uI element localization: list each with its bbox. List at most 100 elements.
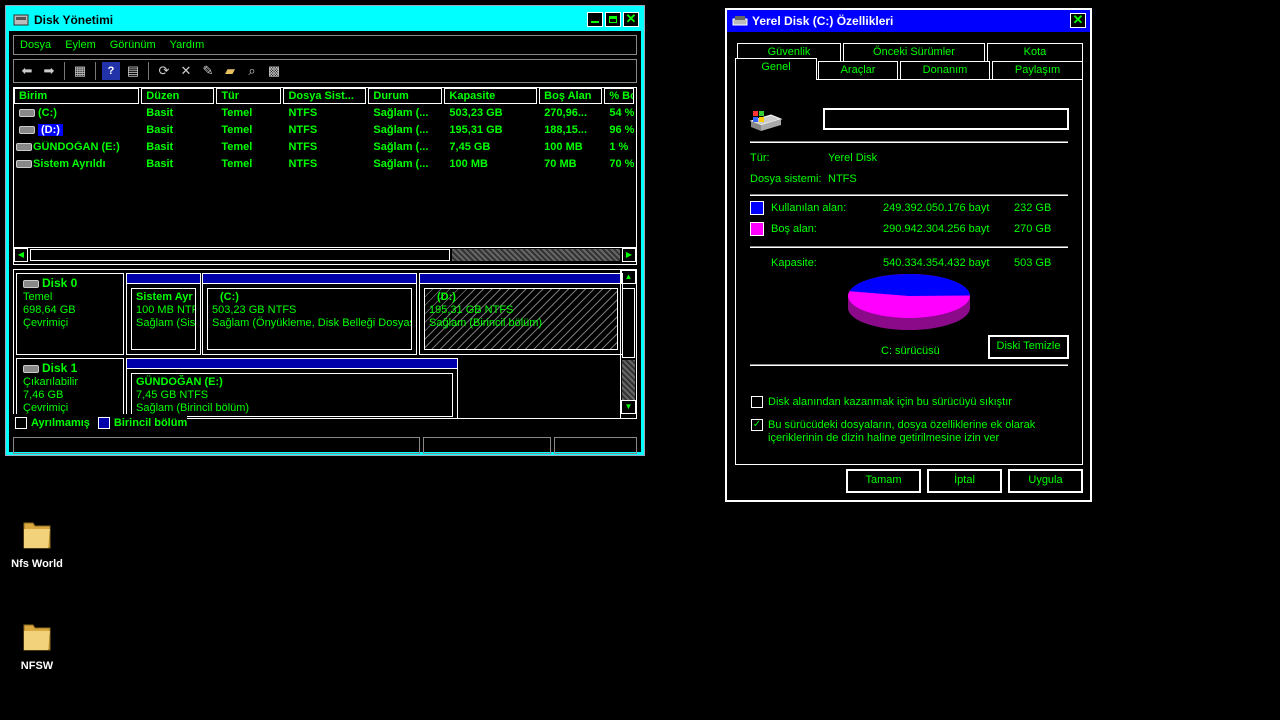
refresh-icon[interactable]: ⟳ [155, 62, 173, 80]
toolbar-separator [148, 62, 149, 80]
used-space-label: Kullanılan alan: [771, 202, 847, 214]
scroll-left-icon[interactable]: ◀ [14, 248, 28, 262]
disk-0-state: Çevrimiçi [23, 317, 69, 329]
free-space-label: Boş alan: [771, 223, 817, 235]
volume-name: (D:) [38, 123, 63, 136]
delete-icon[interactable]: ✕ [177, 62, 195, 80]
ok-button[interactable]: Tamam [846, 469, 921, 493]
title-bar[interactable]: Disk Yönetimi ✕ [9, 9, 641, 31]
free-space-cell: 270,96... [544, 106, 588, 119]
folder-icon [23, 522, 51, 549]
scroll-thumb[interactable] [30, 249, 450, 261]
column-header-filesystem[interactable]: Dosya Sist... [283, 88, 367, 104]
menu-view[interactable]: Görünüm [110, 39, 156, 51]
layout-cell: Basit [146, 123, 174, 136]
percent-free-cell: 54 % [609, 106, 635, 119]
close-button[interactable]: ✕ [1070, 13, 1086, 28]
drive-large-icon [749, 111, 783, 131]
vertical-scrollbar[interactable]: ▲ ▼ [620, 270, 636, 418]
column-header-volume[interactable]: Birim [14, 88, 140, 104]
settings-icon[interactable]: ▩ [265, 62, 283, 80]
scroll-right-icon[interactable]: ▶ [622, 248, 636, 262]
partition-system-reserved[interactable]: Sistem Ayr 100 MB NTF Sağlam (Siste [126, 273, 201, 355]
search-icon[interactable]: ⌕ [243, 62, 261, 80]
console-tree-icon[interactable]: ▦ [71, 62, 89, 80]
drive-icon [19, 108, 35, 117]
menu-file[interactable]: Dosya [20, 39, 51, 51]
disk-1-info[interactable]: Disk 1 Çıkarılabilir 7,46 GB Çevrimiçi [16, 358, 124, 418]
volume-name: (C:) [38, 106, 57, 119]
tab-general[interactable]: Genel [735, 58, 817, 80]
forward-arrow-icon[interactable]: ➡ [40, 62, 58, 80]
percent-free-cell: 70 % [609, 157, 635, 170]
compress-label: Disk alanından kazanmak için bu sürücüyü… [768, 396, 1012, 408]
partition-size: 503,23 GB NTFS [212, 304, 297, 316]
index-label-line-2: içeriklerinin de dizin haline getirilmes… [768, 432, 1000, 444]
table-row[interactable]: Sistem Ayrıldı Basit Temel NTFS Sağlam (… [14, 155, 636, 172]
partition-d[interactable]: (D:) 195,31 GB NTFS Sağlam (Birincil böl… [419, 273, 623, 355]
type-cell: Temel [221, 140, 253, 153]
drive-icon [16, 159, 32, 168]
maximize-button[interactable] [605, 12, 621, 27]
volume-label-input[interactable] [823, 108, 1069, 130]
filesystem-cell: NTFS [288, 106, 318, 119]
index-checkbox[interactable]: ✓ [751, 419, 763, 431]
toolbar: ⬅ ➡ ▦ ? ▤ ⟳ ✕ ✎ ▰ ⌕ ▩ [13, 59, 637, 83]
table-row[interactable]: GÜNDOĞAN (E:) Basit Temel NTFS Sağlam (.… [14, 138, 636, 155]
tab-quota[interactable]: Kota [987, 43, 1083, 61]
cancel-button[interactable]: İptal [927, 469, 1002, 493]
column-header-percent-free[interactable]: % Bo [604, 88, 634, 104]
properties-dialog: Yerel Disk (C:) Özellikleri ✕ Güvenlik Ö… [725, 8, 1092, 502]
tab-hardware[interactable]: Donanım [900, 61, 990, 79]
filesystem-cell: NTFS [288, 157, 318, 170]
disk-management-window: Disk Yönetimi ✕ Dosya Eylem Görünüm Yard… [5, 5, 645, 456]
capacity-cell: 195,31 GB [449, 123, 503, 136]
compress-checkbox[interactable] [751, 396, 763, 408]
open-folder-icon[interactable]: ▰ [221, 62, 239, 80]
column-header-free-space[interactable]: Boş Alan [539, 88, 603, 104]
column-header-layout[interactable]: Düzen [141, 88, 215, 104]
column-header-capacity[interactable]: Kapasite [444, 88, 538, 104]
volume-list: Birim Düzen Tür Dosya Sist... Durum Kapa… [13, 87, 637, 265]
partition-size: 195,31 GB NTFS [429, 304, 514, 316]
tab-sharing[interactable]: Paylaşım [992, 61, 1083, 79]
minimize-button[interactable] [587, 12, 603, 27]
drive-label: C: sürücüsü [881, 345, 940, 357]
dialog-title-bar[interactable]: Yerel Disk (C:) Özellikleri ✕ [727, 10, 1090, 32]
dialog-title: Yerel Disk (C:) Özellikleri [752, 14, 894, 28]
scroll-track[interactable] [622, 360, 635, 400]
table-row[interactable]: (D:) Basit Temel NTFS Sağlam (... 195,31… [14, 121, 636, 138]
scroll-track[interactable] [452, 249, 620, 261]
partition-color-bar [203, 274, 416, 284]
scroll-thumb[interactable] [622, 288, 635, 358]
horizontal-scrollbar[interactable]: ◀ ▶ [14, 247, 636, 262]
scroll-up-icon[interactable]: ▲ [621, 270, 636, 284]
tab-previous-versions[interactable]: Önceki Sürümler [843, 43, 985, 61]
table-row[interactable]: (C:) Basit Temel NTFS Sağlam (... 503,23… [14, 104, 636, 121]
partition-name: (C:) [220, 291, 239, 303]
volume-cell: (D:) [14, 123, 139, 136]
partition-c[interactable]: (C:) 503,23 GB NTFS Sağlam (Önyükleme, D… [202, 273, 417, 355]
scroll-down-icon[interactable]: ▼ [621, 400, 636, 414]
help-icon[interactable]: ? [102, 62, 120, 80]
menu-help[interactable]: Yardım [170, 39, 205, 51]
back-arrow-icon[interactable]: ⬅ [18, 62, 36, 80]
desktop-icon-nfsw[interactable]: NFSW [2, 619, 72, 672]
checkmark-icon[interactable]: ✎ [199, 62, 217, 80]
properties-icon[interactable]: ▤ [124, 62, 142, 80]
desktop-icon-nfs-world[interactable]: Nfs World [2, 517, 72, 570]
percent-free-cell: 96 % [609, 123, 635, 136]
partition-body-selected: (D:) 195,31 GB NTFS Sağlam (Birincil böl… [424, 288, 618, 350]
disk-1-name: Disk 1 [42, 361, 78, 375]
disk-0-info[interactable]: Disk 0 Temel 698,64 GB Çevrimiçi [16, 273, 124, 355]
tab-tools[interactable]: Araçlar [818, 61, 898, 79]
close-button[interactable]: ✕ [623, 12, 639, 27]
disk-icon [23, 280, 39, 289]
column-header-status[interactable]: Durum [368, 88, 443, 104]
disk-cleanup-button[interactable]: Diski Temizle [988, 335, 1069, 359]
apply-button[interactable]: Uygula [1008, 469, 1083, 493]
column-header-type[interactable]: Tür [216, 88, 282, 104]
partition-color-bar [127, 274, 200, 284]
menu-action[interactable]: Eylem [65, 39, 96, 51]
partition-e[interactable]: GÜNDOĞAN (E:) 7,45 GB NTFS Sağlam (Birin… [126, 358, 458, 418]
